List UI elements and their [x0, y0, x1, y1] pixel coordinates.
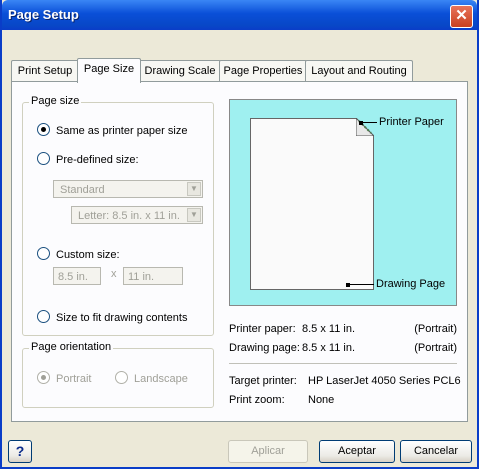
custom-height-input[interactable]: 11 in. [123, 267, 183, 285]
radio-fit-contents[interactable]: Size to fit drawing contents [37, 310, 187, 326]
orientation-group-label: Page orientation [29, 341, 114, 353]
window-title: Page Setup [8, 7, 79, 22]
close-icon: ✕ [455, 7, 468, 24]
radio-circle[interactable] [37, 310, 50, 323]
orientation-group: Page orientation Portrait Landscape [22, 341, 214, 408]
radio-circle[interactable] [37, 152, 50, 165]
tab-layout-routing[interactable]: Layout and Routing [305, 60, 413, 81]
print-zoom-info: Print zoom: None [229, 393, 457, 407]
radio-circle[interactable] [115, 371, 128, 384]
page-size-group-label: Page size [29, 95, 82, 107]
custom-width-input[interactable]: 8.5 in. [53, 267, 101, 285]
radio-predefined[interactable]: Pre-defined size: [37, 152, 139, 168]
predefined-type-value: Standard [60, 184, 105, 196]
radio-landscape[interactable]: Landscape [115, 371, 188, 387]
tab-page-properties[interactable]: Page Properties [219, 60, 307, 81]
drawing-page-value: 8.5 x 11 in. [302, 342, 355, 354]
target-printer-key: Target printer: [229, 375, 297, 387]
ok-button[interactable]: Aceptar [319, 440, 395, 463]
radio-label: Pre-defined size: [56, 154, 139, 166]
drawing-page-leader [350, 284, 374, 285]
radio-portrait[interactable]: Portrait [37, 371, 91, 387]
radio-same-as-printer[interactable]: Same as printer paper size [37, 123, 187, 139]
cancel-button[interactable]: Cancelar [400, 440, 472, 463]
radio-label: Size to fit drawing contents [56, 312, 188, 324]
page-preview: Printer Paper Drawing Page [229, 99, 457, 306]
printer-paper-info: Printer paper: 8.5 x 11 in. (Portrait) [229, 322, 457, 336]
tab-print-setup[interactable]: Print Setup [11, 60, 79, 81]
predefined-size-select[interactable]: Letter: 8.5 in. x 11 in. ▼ [71, 206, 203, 224]
chevron-down-icon[interactable]: ▼ [187, 208, 201, 222]
drawing-page-info: Drawing page: 8.5 x 11 in. (Portrait) [229, 341, 457, 355]
page-setup-dialog: Page Setup ✕ Print Setup Page Size Drawi… [0, 0, 479, 469]
page-size-group: Page size Same as printer paper size Pre… [22, 95, 214, 336]
tab-drawing-scale[interactable]: Drawing Scale [139, 60, 221, 81]
info-separator [229, 363, 457, 364]
predefined-size-value: Letter: 8.5 in. x 11 in. [78, 210, 180, 222]
drawing-page-label: Drawing Page [376, 278, 446, 290]
drawing-page-key: Drawing page: [229, 342, 300, 354]
print-zoom-value: None [308, 394, 335, 406]
predefined-type-select[interactable]: Standard ▼ [53, 180, 203, 198]
printer-paper-orientation: (Portrait) [414, 323, 457, 335]
printer-paper-leader [363, 122, 377, 123]
printer-paper-key: Printer paper: [229, 323, 296, 335]
page-size-panel: Page size Same as printer paper size Pre… [11, 81, 468, 422]
printer-paper-value: 8.5 x 11 in. [302, 323, 355, 335]
target-printer-info: Target printer: HP LaserJet 4050 Series … [229, 374, 461, 388]
radio-custom-size[interactable]: Custom size: [37, 247, 120, 263]
radio-label: Portrait [56, 373, 92, 385]
radio-circle[interactable] [37, 371, 50, 384]
radio-label: Same as printer paper size [56, 125, 188, 137]
radio-label: Custom size: [56, 249, 120, 261]
close-button[interactable]: ✕ [450, 5, 473, 28]
printer-paper-label: Printer Paper [379, 116, 444, 128]
help-button[interactable]: ? [8, 440, 32, 463]
custom-size-x: x [111, 268, 117, 280]
radio-label: Landscape [134, 373, 188, 385]
drawing-page-orientation: (Portrait) [414, 342, 457, 354]
radio-circle[interactable] [37, 247, 50, 260]
target-printer-value: HP LaserJet 4050 Series PCL6 [308, 375, 461, 387]
drawing-page-shape [250, 118, 374, 290]
radio-circle[interactable] [37, 123, 50, 136]
chevron-down-icon[interactable]: ▼ [187, 182, 201, 196]
apply-button[interactable]: Aplicar [228, 440, 308, 463]
title-bar[interactable]: Page Setup ✕ [2, 0, 477, 30]
print-zoom-key: Print zoom: [229, 394, 285, 406]
help-icon: ? [15, 443, 25, 459]
tab-page-size[interactable]: Page Size [77, 58, 141, 83]
